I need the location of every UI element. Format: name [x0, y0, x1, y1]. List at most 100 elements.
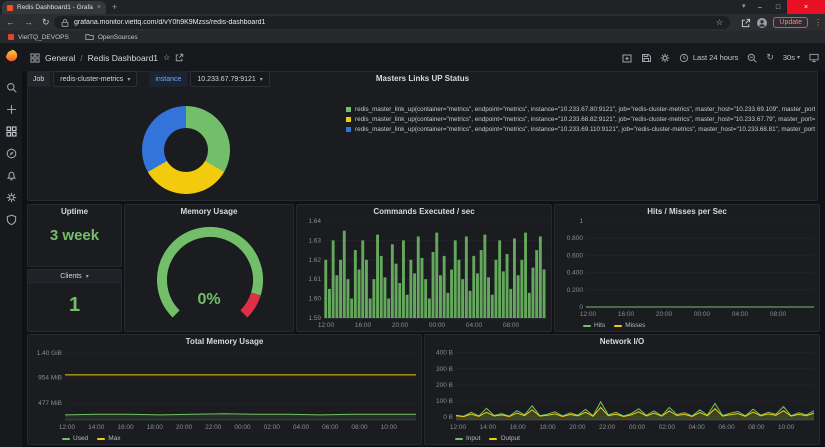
- favorite-star-icon[interactable]: ☆: [163, 53, 170, 62]
- panel-title[interactable]: Commands Executed / sec: [297, 207, 551, 216]
- dashboard-settings-icon[interactable]: [660, 53, 670, 63]
- refresh-interval-dropdown[interactable]: 30s ▾: [783, 53, 800, 62]
- network-io-chart[interactable]: 0 B100 B200 B300 B400 B12:0014:0016:0018…: [428, 347, 817, 431]
- legend-color-chip: [614, 325, 622, 327]
- dashboard-nav-bar: General / Redis Dashboard1 ☆: [22, 44, 825, 71]
- bookmark-item[interactable]: VietTQ_DEVOPS: [8, 34, 69, 41]
- donut-hole: [164, 128, 208, 172]
- time-range-label: Last 24 hours: [693, 53, 738, 62]
- variable-job-value: redis-cluster-metrics: [60, 76, 123, 83]
- clients-header-dropdown[interactable]: Clients ▾: [28, 270, 121, 283]
- window-minimize-button[interactable]: –: [751, 0, 769, 14]
- refresh-dashboard-icon[interactable]: ↻: [766, 53, 774, 62]
- legend-row[interactable]: redis_master_link_up{container="metrics"…: [346, 114, 815, 124]
- save-dashboard-icon[interactable]: [641, 53, 651, 63]
- panel-title[interactable]: Network I/O: [425, 337, 819, 346]
- svg-text:18:00: 18:00: [539, 424, 556, 431]
- zoom-out-icon[interactable]: [747, 53, 757, 63]
- tab-close-icon[interactable]: ×: [97, 4, 101, 11]
- panel-title[interactable]: Uptime: [28, 207, 121, 216]
- legend-row[interactable]: redis_master_link_up{container="metrics"…: [346, 104, 815, 114]
- configuration-gear-icon[interactable]: [6, 192, 17, 203]
- panel-network-io: Network I/O 0 B100 B200 B300 B400 B12:00…: [424, 334, 820, 445]
- dashboard-grid-icon: [30, 53, 40, 63]
- alerting-bell-icon[interactable]: [6, 170, 17, 181]
- nav-controls: Last 24 hours ↻ 30s ▾: [622, 44, 819, 71]
- explore-compass-icon[interactable]: [6, 148, 17, 159]
- legend-series-label[interactable]: redis_master_link_up{container="metrics"…: [355, 116, 815, 123]
- page-title[interactable]: Redis Dashboard1: [88, 53, 158, 63]
- masters-legend: redis_master_link_up{container="metrics"…: [346, 104, 815, 134]
- share-icon[interactable]: [741, 18, 751, 28]
- legend-color-chip: [489, 438, 497, 440]
- create-plus-icon[interactable]: [6, 104, 17, 115]
- bookmark-folder[interactable]: OpenSources: [85, 33, 138, 41]
- window-maximize-button[interactable]: □: [769, 0, 787, 14]
- svg-text:04:00: 04:00: [732, 311, 749, 318]
- chrome-update-button[interactable]: Update: [773, 17, 808, 28]
- commands-chart[interactable]: 1.591.601.611.621.631.6412:0016:0020:000…: [300, 218, 549, 329]
- legend-color-swatch: [346, 117, 351, 122]
- legend-label: Misses: [625, 322, 645, 329]
- time-range-picker[interactable]: Last 24 hours: [679, 53, 738, 63]
- legend-item[interactable]: Max: [97, 435, 120, 442]
- panel-uptime: Uptime 3 week: [27, 204, 122, 267]
- svg-text:20:00: 20:00: [392, 322, 409, 329]
- masters-donut-chart[interactable]: [142, 106, 230, 194]
- svg-text:22:00: 22:00: [205, 424, 222, 431]
- grafana-logo[interactable]: [5, 49, 18, 62]
- panel-title[interactable]: Total Memory Usage: [28, 337, 421, 346]
- legend-series-label[interactable]: redis_master_link_up{container="metrics"…: [355, 106, 815, 113]
- dashboards-icon[interactable]: [6, 126, 17, 137]
- chart-legend: Used Max: [62, 435, 120, 442]
- browser-tab[interactable]: Redis Dashboard1 - Grafana ×: [2, 1, 106, 14]
- legend-item[interactable]: Output: [489, 435, 520, 442]
- tab-title: Redis Dashboard1 - Grafana: [17, 4, 93, 11]
- panel-title[interactable]: Hits / Misses per Sec: [555, 207, 819, 216]
- svg-text:08:00: 08:00: [748, 424, 765, 431]
- panel-commands-executed: Commands Executed / sec 1.591.601.611.62…: [296, 204, 552, 332]
- variable-instance-dropdown[interactable]: 10.233.67.79:9121 ▾: [190, 71, 269, 87]
- back-button[interactable]: ←: [6, 18, 15, 27]
- legend-color-swatch: [346, 127, 351, 132]
- browser-menu-icon[interactable]: ⋮: [814, 18, 822, 27]
- breadcrumb-folder[interactable]: General: [45, 53, 75, 63]
- url-text[interactable]: grafana.monitor.viettq.com/d/vY0h9K9Mzss…: [74, 19, 711, 26]
- share-dashboard-icon[interactable]: [175, 53, 184, 62]
- variable-job-dropdown[interactable]: redis-cluster-metrics ▾: [53, 71, 137, 87]
- chart-legend: Hits Misses: [583, 322, 645, 329]
- legend-label: Used: [73, 435, 88, 442]
- legend-row[interactable]: redis_master_link_up{container="metrics"…: [346, 124, 815, 134]
- search-icon[interactable]: [6, 82, 17, 93]
- reload-button[interactable]: ↻: [42, 17, 50, 28]
- add-panel-icon[interactable]: [622, 53, 632, 63]
- chevron-down-icon: ▾: [86, 273, 89, 280]
- hits-misses-chart[interactable]: 00.2000.4000.6000.800112:0016:0020:0000:…: [558, 218, 817, 318]
- legend-item[interactable]: Hits: [583, 322, 605, 329]
- panel-title[interactable]: Memory Usage: [125, 207, 293, 216]
- clients-value: 1: [28, 294, 121, 317]
- variable-job-label: Job: [27, 71, 50, 87]
- new-tab-button[interactable]: +: [112, 2, 117, 12]
- tab-search-icon[interactable]: ▾: [742, 2, 746, 10]
- server-admin-shield-icon[interactable]: [6, 214, 17, 225]
- legend-series-label[interactable]: redis_master_link_up{container="metrics"…: [355, 126, 815, 133]
- forward-button[interactable]: →: [24, 18, 33, 27]
- bookmark-star-icon[interactable]: ☆: [716, 18, 723, 27]
- svg-text:06:00: 06:00: [322, 424, 339, 431]
- cycle-view-monitor-icon[interactable]: [809, 53, 819, 63]
- profile-avatar[interactable]: [757, 18, 767, 28]
- window-close-button[interactable]: ×: [787, 0, 825, 14]
- bookmarks-bar: VietTQ_DEVOPS OpenSources: [0, 31, 825, 44]
- svg-text:00:00: 00:00: [234, 424, 251, 431]
- svg-text:04:00: 04:00: [293, 424, 310, 431]
- legend-item[interactable]: Input: [455, 435, 480, 442]
- address-bar[interactable]: grafana.monitor.viettq.com/d/vY0h9K9Mzss…: [54, 16, 730, 29]
- svg-text:16:00: 16:00: [355, 322, 372, 329]
- total-memory-chart[interactable]: 477 MiB954 MiB1.40 GiB12:0014:0016:0018:…: [31, 347, 419, 431]
- svg-text:00:00: 00:00: [629, 424, 646, 431]
- legend-item[interactable]: Used: [62, 435, 88, 442]
- svg-text:0: 0: [579, 304, 583, 311]
- memory-usage-value: 0%: [125, 291, 293, 309]
- legend-item[interactable]: Misses: [614, 322, 645, 329]
